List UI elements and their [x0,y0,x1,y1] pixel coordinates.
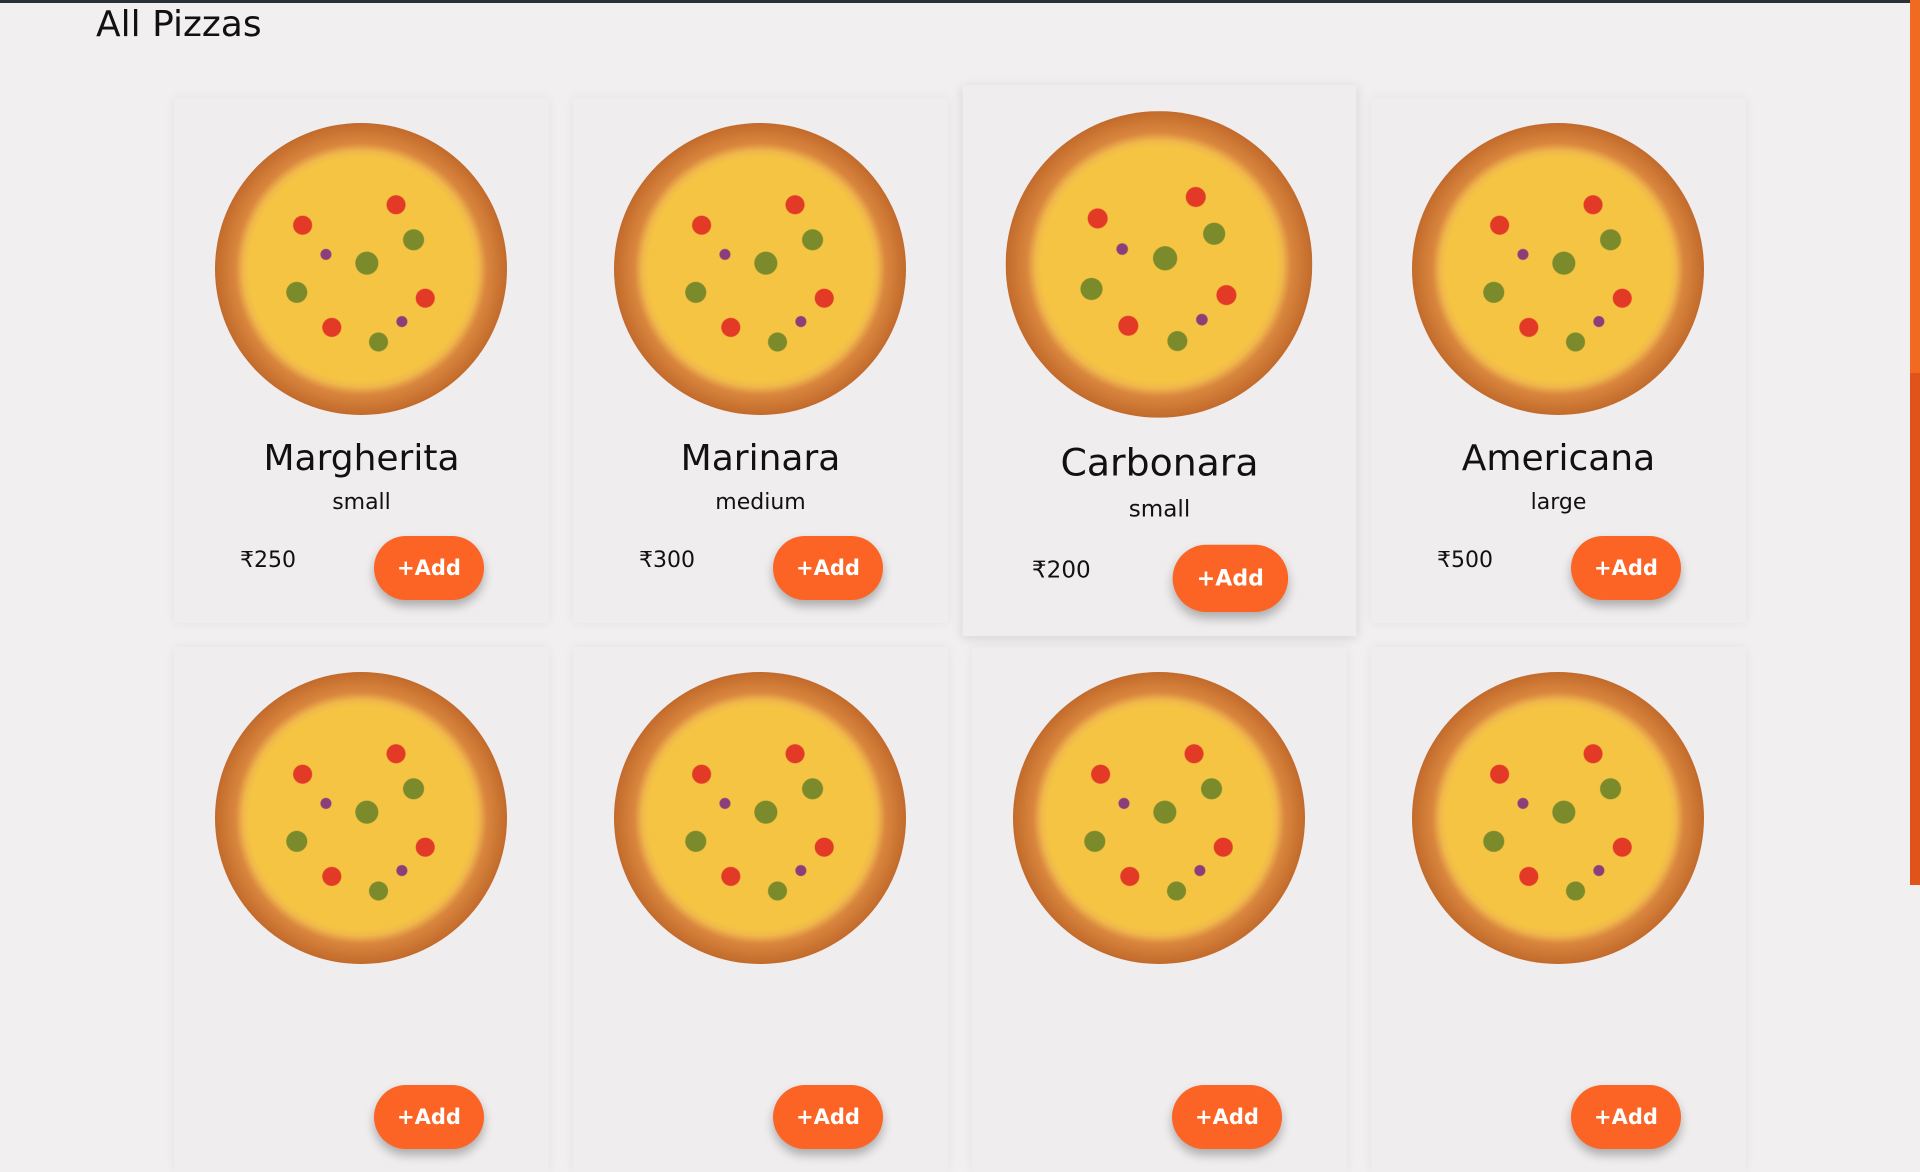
pizza-name: Marinara [680,438,841,479]
pizza-name: Carbonara [1060,441,1259,485]
add-to-cart-button[interactable]: +Add [1571,536,1681,600]
pizza-image [614,123,906,415]
add-to-cart-button[interactable]: +Add [374,1085,484,1149]
pizza-image [1005,111,1313,418]
pizza-card: +Add [972,647,1347,1172]
scrollbar-thumb[interactable] [1910,373,1920,885]
pizza-size: small [332,490,391,515]
add-to-cart-button[interactable]: +Add [1172,1085,1282,1149]
page-title: All Pizzas [96,4,262,45]
add-to-cart-button[interactable]: +Add [374,536,484,600]
pizza-card: Marinara medium ₹300 +Add [573,98,948,623]
pizza-image [1412,123,1704,415]
top-border [0,0,1920,3]
scrollbar[interactable] [1910,0,1920,885]
pizza-card: +Add [1371,647,1746,1172]
pizza-image [614,672,906,964]
pizza-card: Carbonara small ₹200 +Add [962,84,1357,637]
pizza-image [1412,672,1704,964]
add-to-cart-button[interactable]: +Add [1172,544,1289,612]
scrollbar-track-top[interactable] [1910,0,1920,373]
pizza-image [215,672,507,964]
add-to-cart-button[interactable]: +Add [1571,1085,1681,1149]
pizza-image [215,123,507,415]
pizza-name: Margherita [263,438,460,479]
pizza-price: ₹300 [639,548,695,573]
pizza-card: Americana large ₹500 +Add [1371,98,1746,623]
pizza-card: Margherita small ₹250 +Add [174,98,549,623]
pizza-card: +Add [573,647,948,1172]
pizza-image [1013,672,1305,964]
add-to-cart-button[interactable]: +Add [773,1085,883,1149]
pizza-size: medium [715,490,806,515]
pizza-card: +Add [174,647,549,1172]
pizza-grid: Margherita small ₹250 +Add Marinara medi… [174,84,1746,1172]
pizza-size: large [1530,490,1587,515]
pizza-price: ₹500 [1437,548,1493,573]
pizza-price: ₹200 [1031,557,1091,584]
pizza-price: ₹250 [240,548,296,573]
pizza-name: Americana [1461,438,1656,479]
pizza-size: small [1128,496,1191,523]
add-to-cart-button[interactable]: +Add [773,536,883,600]
